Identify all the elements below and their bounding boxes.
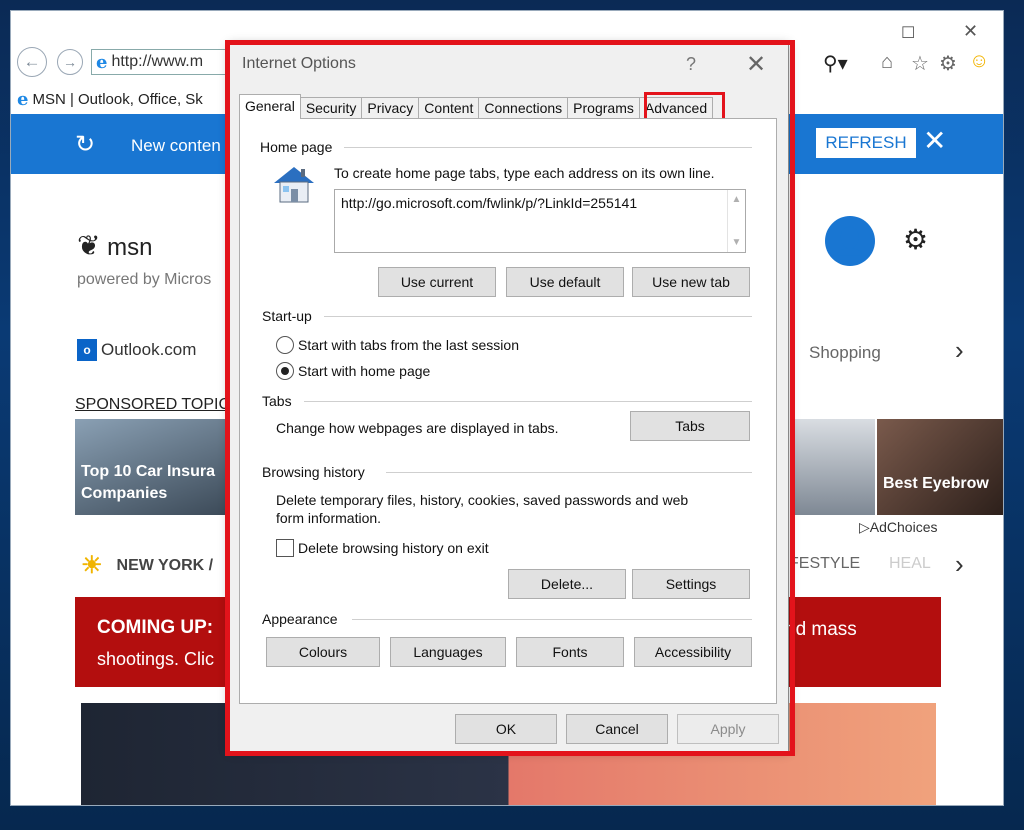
divider: [352, 619, 752, 620]
home-page-url: http://go.microsoft.com/fwlink/p/?LinkId…: [341, 195, 638, 211]
radio-home-page[interactable]: [276, 362, 294, 380]
accessibility-button[interactable]: Accessibility: [634, 637, 752, 667]
divider: [324, 316, 752, 317]
sponsored-tile-ac[interactable]: [791, 419, 875, 515]
outlook-icon: o: [77, 339, 97, 361]
chevron-right-icon[interactable]: ›: [955, 549, 964, 580]
adchoices-link[interactable]: ▷AdChoices: [859, 519, 937, 536]
divider: [344, 147, 752, 148]
history-settings-button[interactable]: Settings: [632, 569, 750, 599]
tab-general[interactable]: General: [239, 94, 301, 119]
dialog-close-button[interactable]: ✕: [746, 50, 766, 79]
startup-option-home-page[interactable]: Start with home page: [276, 362, 430, 380]
tabs-heading: Tabs: [262, 393, 292, 409]
ok-button[interactable]: OK: [455, 714, 557, 744]
reload-icon[interactable]: ↻: [75, 130, 95, 159]
browser-tab-title: MSN | Outlook, Office, Sk: [32, 90, 203, 108]
tab-favicon-icon: e: [17, 88, 29, 110]
startup-option-last-session[interactable]: Start with tabs from the last session: [276, 336, 519, 354]
msn-logo[interactable]: ❦ msn: [77, 229, 152, 262]
dialog-title: Internet Options: [242, 55, 356, 72]
house-icon: [270, 161, 318, 205]
sponsored-tile-eyebrow[interactable]: Best Eyebrow: [877, 419, 1003, 515]
nav-lifestyle[interactable]: FESTYLE: [789, 555, 860, 573]
appearance-heading: Appearance: [262, 611, 338, 627]
home-page-heading: Home page: [260, 139, 333, 155]
home-page-textarea[interactable]: http://go.microsoft.com/fwlink/p/?LinkId…: [334, 189, 746, 253]
languages-button[interactable]: Languages: [390, 637, 506, 667]
close-window-icon[interactable]: ✕: [963, 21, 978, 42]
powered-by-text: powered by Micros: [77, 271, 212, 288]
tab-programs[interactable]: Programs: [567, 97, 640, 119]
shopping-link[interactable]: Shopping: [809, 343, 881, 363]
smiley-icon[interactable]: ☺: [969, 50, 989, 73]
textarea-scrollbar[interactable]: ▲ ▼: [727, 190, 745, 252]
sun-icon: ☀: [81, 552, 103, 579]
use-current-button[interactable]: Use current: [378, 267, 496, 297]
nav-health[interactable]: HEAL: [889, 555, 931, 573]
general-tab-panel: Home page To create home page tabs, type…: [239, 118, 777, 704]
startup-heading: Start-up: [262, 308, 312, 324]
tabs-description: Change how webpages are displayed in tab…: [276, 420, 559, 436]
browser-tab[interactable]: e MSN | Outlook, Office, Sk: [11, 85, 231, 113]
search-icon[interactable]: ⚲▾: [823, 51, 848, 76]
colours-button[interactable]: Colours: [266, 637, 380, 667]
gear-icon[interactable]: ⚙: [939, 51, 957, 76]
apply-button[interactable]: Apply: [677, 714, 779, 744]
ie-logo-icon: e: [96, 51, 108, 73]
delete-on-exit-option[interactable]: Delete browsing history on exit: [276, 539, 489, 557]
fonts-button[interactable]: Fonts: [516, 637, 624, 667]
address-bar[interactable]: e http://www.m: [91, 49, 231, 75]
sponsored-heading: SPONSORED TOPIC: [75, 396, 230, 413]
tab-privacy[interactable]: Privacy: [361, 97, 420, 119]
internet-options-dialog: Internet Options ? ✕ General Security Pr…: [229, 44, 789, 752]
maximize-icon[interactable]: ☐: [901, 23, 915, 43]
favorites-star-icon[interactable]: ☆: [911, 51, 929, 76]
tabs-settings-button[interactable]: Tabs: [630, 411, 750, 441]
home-page-instructions: To create home page tabs, type each addr…: [334, 165, 715, 181]
help-button[interactable]: ?: [686, 54, 696, 75]
settings-gear-icon[interactable]: ⚙: [903, 223, 928, 256]
forward-icon[interactable]: →: [57, 49, 83, 75]
divider: [386, 472, 752, 473]
browsing-history-heading: Browsing history: [262, 464, 365, 480]
cancel-button[interactable]: Cancel: [566, 714, 668, 744]
address-text: http://www.m: [111, 53, 204, 70]
delete-on-exit-checkbox[interactable]: [276, 539, 294, 557]
tab-strip: General Security Privacy Content Connect…: [239, 94, 714, 119]
use-default-button[interactable]: Use default: [506, 267, 624, 297]
radio-last-session[interactable]: [276, 336, 294, 354]
refresh-button[interactable]: REFRESH: [816, 128, 916, 158]
use-new-tab-button[interactable]: Use new tab: [632, 267, 750, 297]
tab-content[interactable]: Content: [418, 97, 480, 119]
browsing-history-description-1: Delete temporary files, history, cookies…: [276, 492, 689, 508]
weather-widget[interactable]: ☀ NEW YORK /: [81, 551, 213, 580]
close-banner-icon[interactable]: ✕: [923, 124, 946, 157]
sponsored-tile-car-insurance[interactable]: Top 10 Car Insura Companies: [75, 419, 227, 515]
avatar[interactable]: 👤: [825, 216, 875, 266]
divider: [304, 401, 752, 402]
banner-text: New conten: [131, 136, 221, 155]
tab-connections[interactable]: Connections: [478, 97, 569, 119]
outlook-link[interactable]: o Outlook.com: [77, 339, 196, 361]
tab-security[interactable]: Security: [299, 97, 363, 119]
browsing-history-description-2: form information.: [276, 510, 382, 526]
home-icon[interactable]: ⌂: [881, 51, 893, 74]
back-icon[interactable]: ←: [17, 47, 47, 77]
chevron-right-icon[interactable]: ›: [955, 335, 964, 366]
delete-button[interactable]: Delete...: [508, 569, 626, 599]
